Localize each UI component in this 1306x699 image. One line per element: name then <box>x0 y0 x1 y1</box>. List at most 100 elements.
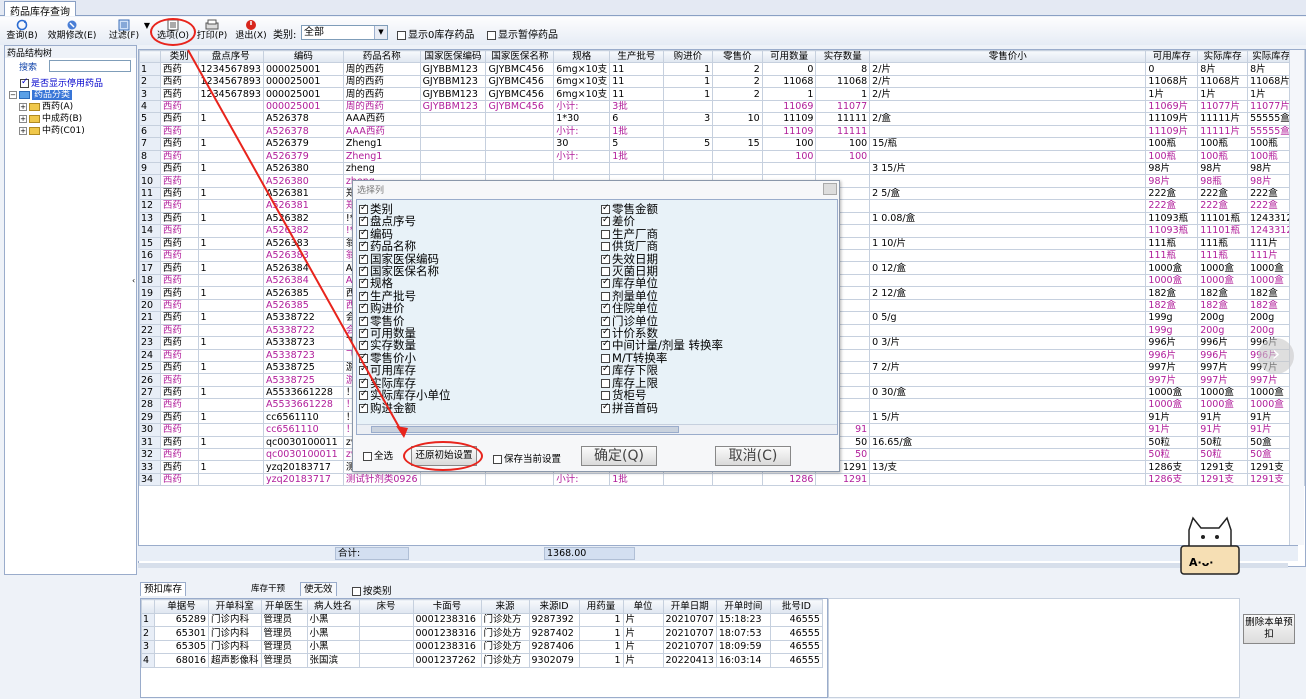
table-cell: 68016 <box>154 653 209 668</box>
filter-button[interactable]: 过滤(F) <box>104 19 144 45</box>
table-cell: 9287402 <box>528 626 580 641</box>
row-number: 4 <box>139 99 161 114</box>
grid-horizontal-scrollbar[interactable] <box>138 563 1288 568</box>
table-cell: 13/支 <box>869 460 1147 474</box>
table-row[interactable]: 2 65301 门诊内科 管理员 小黑 0001238316 门诊处方 9287402 1 片 20… <box>141 626 823 641</box>
table-cell: 20210707 <box>662 626 717 641</box>
delete-prereserve-button[interactable]: 删除本单预扣 <box>1243 614 1295 644</box>
next-arrow-icon[interactable]: › <box>1258 338 1294 374</box>
column-header[interactable]: 开单科室 <box>208 599 262 614</box>
tree-node-western[interactable]: + 西药(A) <box>9 101 85 113</box>
column-header[interactable]: 病人姓名 <box>306 599 360 614</box>
column-header[interactable] <box>141 599 155 614</box>
column-header[interactable]: 卡面号 <box>412 599 482 614</box>
table-cell: 11111 <box>815 124 871 139</box>
table-cell <box>485 124 555 139</box>
tab-intervention[interactable]: 库存干预 <box>248 582 288 596</box>
table-cell: 管理员 <box>260 612 308 627</box>
search-input[interactable] <box>49 60 131 72</box>
table-cell: 0001237262 <box>412 653 482 668</box>
table-row[interactable]: 6 西药 A526378 AAA西药 小计: 1批 11109 11111 11109片 1111… <box>139 124 1305 139</box>
query-button[interactable]: 查询(B) <box>2 19 42 45</box>
table-row[interactable]: 1 65289 门诊内科 管理员 小黑 0001238316 门诊处方 9287392 1 片 20… <box>141 612 823 627</box>
column-header[interactable]: 零售价 <box>712 50 763 64</box>
column-header[interactable]: 国家医保名称 <box>485 50 555 64</box>
table-row[interactable]: 9 西药 1 A526380 zheng 3 15/片 98片 98片 98片 <box>139 161 1305 176</box>
column-header[interactable] <box>139 50 161 64</box>
prereserve-grid-blank <box>828 598 1240 698</box>
collapse-arrow-icon[interactable]: ‹ <box>132 276 135 285</box>
table-row[interactable]: 3 65305 门诊内科 管理员 小黑 0001238316 门诊处方 9287406 1 片 20… <box>141 639 823 654</box>
close-icon[interactable] <box>823 183 837 195</box>
column-header[interactable]: 床号 <box>358 599 414 614</box>
exit-button[interactable]: 退出(X) <box>232 19 270 45</box>
table-cell: 1286支 <box>1145 460 1199 474</box>
ok-button[interactable]: 确定(Q) <box>581 446 657 466</box>
column-header[interactable]: 国家医保编码 <box>419 50 487 64</box>
table-row[interactable]: 3 西药 1234567893 000025001 周的西药 GJYBBM123 GJYBM… <box>139 87 1305 101</box>
column-header[interactable]: 实存数量 <box>815 50 871 64</box>
column-header[interactable]: 实际库存 <box>1197 50 1249 64</box>
column-header[interactable]: 开单日期 <box>662 599 717 614</box>
show-suspended-checkbox[interactable]: 显示暂停药品 <box>487 26 558 41</box>
save-current-checkbox[interactable]: 保存当前设置 <box>493 451 561 465</box>
select-all-checkbox[interactable]: 全选 <box>363 448 393 462</box>
column-header[interactable]: 生产批号 <box>609 50 664 64</box>
grid-vertical-scrollbar[interactable] <box>1289 50 1304 545</box>
table-cell <box>197 248 264 263</box>
cancel-button[interactable]: 取消(C) <box>715 446 791 466</box>
column-header[interactable]: 编码 <box>262 50 344 64</box>
table-row[interactable]: 8 西药 A526379 Zheng1 小计: 1批 100 100 100瓶 100瓶 100瓶 <box>139 149 1305 163</box>
table-cell: 1286 <box>761 472 817 487</box>
table-cell: 46555 <box>769 612 823 627</box>
table-row[interactable]: 7 西药 1 A526379 Zheng1 30 5 5 15 100 100 15/瓶 100瓶 100… <box>139 137 1305 151</box>
column-header[interactable]: 类别 <box>159 50 199 64</box>
tab-stock-query[interactable]: 药品库存查询 <box>4 1 76 18</box>
table-cell <box>485 161 555 176</box>
column-header[interactable]: 批号ID <box>769 599 823 614</box>
print-button[interactable]: 打印(P) <box>194 19 230 45</box>
column-header[interactable]: 盘点序号 <box>197 50 264 64</box>
tab-prereserved[interactable]: 预扣库存 <box>140 582 187 596</box>
column-header[interactable]: 可用库存 <box>1145 50 1199 64</box>
table-cell: 片 <box>622 612 664 627</box>
column-header[interactable]: 来源 <box>480 599 530 614</box>
column-option-checkbox[interactable]: 购进金额 <box>359 401 451 414</box>
column-header[interactable]: 单位 <box>622 599 664 614</box>
table-cell: 西药 <box>159 199 199 213</box>
column-header[interactable]: 开单时间 <box>715 599 771 614</box>
dialog-horizontal-scrollbar[interactable] <box>357 424 837 434</box>
row-number: 19 <box>139 286 161 300</box>
tree-root[interactable]: − 药品分类 <box>9 89 85 101</box>
table-row[interactable]: 1 西药 1234567893 000025001 周的西药 GJYBBM123 GJYBM… <box>139 62 1305 76</box>
table-cell: AAA西药 <box>342 112 421 126</box>
table-row[interactable]: 5 西药 1 A526378 AAA西药 1*30 6 3 10 11109 11111 2/盒 111… <box>139 112 1305 126</box>
table-cell: 7 2/片 <box>869 360 1147 375</box>
column-header[interactable]: 单据号 <box>154 599 209 614</box>
column-header[interactable]: 规格 <box>553 50 611 64</box>
tree-node-patent[interactable]: + 中成药(B) <box>9 113 85 125</box>
table-row[interactable]: 34 西药 yzq20183717 测试针剂类0926 小计: 1批 1286 1291 128… <box>139 472 1305 487</box>
column-option-checkbox[interactable]: 拼音首码 <box>601 401 723 414</box>
column-header[interactable]: 可用数量 <box>761 50 817 64</box>
show-stopped-checkbox[interactable]: 是否显示停用药品 <box>20 76 103 89</box>
category-select[interactable]: 全部 ▼ <box>301 25 388 40</box>
by-category-checkbox[interactable]: 按类别 <box>352 583 392 597</box>
table-row[interactable]: 4 西药 000025001 周的西药 GJYBBM123 GJYBMC456 小计: 3批 1… <box>139 99 1305 114</box>
table-row[interactable]: 2 西药 1234567893 000025001 周的西药 GJYBBM123 GJYBM… <box>139 74 1305 89</box>
column-header[interactable]: 药品名称 <box>342 50 421 64</box>
column-header[interactable]: 开单医生 <box>260 599 308 614</box>
column-header[interactable]: 用药量 <box>578 599 624 614</box>
table-cell: A5338723 <box>262 348 344 362</box>
show-zero-stock-checkbox[interactable]: 显示0库存药品 <box>397 26 474 41</box>
tab-invalidate[interactable]: 使无效 <box>300 582 337 596</box>
column-header[interactable]: 购进价 <box>662 50 714 64</box>
table-cell: GJYBMC456 <box>485 74 555 89</box>
column-header[interactable]: 零售价小 <box>869 50 1147 64</box>
table-cell: 西药 <box>159 99 199 114</box>
table-cell: 91片 <box>1197 423 1249 437</box>
batch-modify-button[interactable]: 效期修改(E) <box>46 19 98 45</box>
column-header[interactable]: 来源ID <box>528 599 580 614</box>
table-row[interactable]: 4 68016 超声影像科 管理员 张国滨 0001237262 门诊处方 9302079 1 片… <box>141 653 823 668</box>
tree-node-chinese[interactable]: + 中药(C01) <box>9 125 85 137</box>
